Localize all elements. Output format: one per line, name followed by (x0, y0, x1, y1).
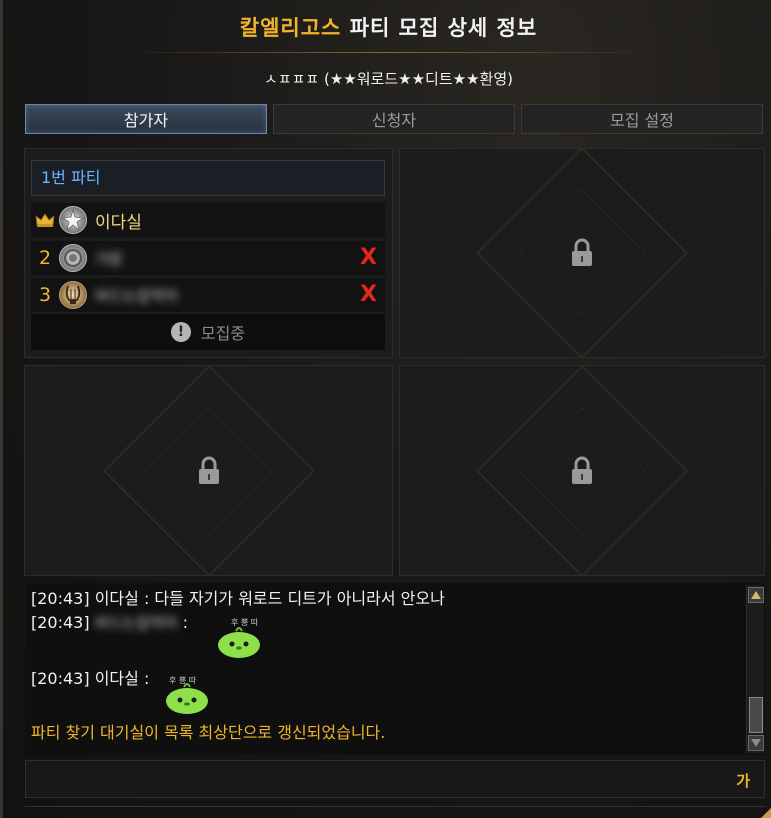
bard-lyre-icon (59, 281, 87, 309)
scroll-up-button[interactable] (748, 587, 764, 603)
arrow-up-icon (751, 591, 761, 599)
server-name: 칼엘리고스 (239, 16, 342, 40)
party-1-header: 1번 파티 (31, 160, 385, 196)
crown-icon (31, 212, 59, 228)
party-4-locked-panel (399, 365, 765, 576)
tab-bar: 참가자 신청자 모집 설정 (25, 104, 763, 134)
recruiting-label: 모집중 (200, 324, 246, 343)
lock-icon (198, 456, 219, 484)
chat-timestamp: [20:43] (31, 589, 90, 608)
window-title: 칼엘리고스 파티 모집 상세 정보 (3, 12, 771, 42)
kick-member-button[interactable]: X (360, 245, 377, 270)
lock-icon (572, 456, 592, 484)
chat-scrollbar[interactable] (746, 585, 764, 753)
chat-lines: [20:43] 이다실 : 다들 자기가 워로드 디트가 아니라서 안오나 [2… (31, 587, 741, 635)
tab-applicants[interactable]: 신청자 (273, 104, 515, 134)
chat-sender: 이다실 (94, 669, 139, 688)
info-icon: ! (170, 322, 191, 342)
chat-input[interactable]: 가 (25, 760, 765, 798)
class-emblem-icon (59, 244, 87, 272)
recruiting-status-row: ! 모집중 (31, 314, 385, 350)
member-name: 이다실 (95, 212, 142, 233)
chat-message: [20:43] 이다실 : 다들 자기가 워로드 디트가 아니라서 안오나 (31, 587, 741, 611)
tab-participants[interactable]: 참가자 (25, 104, 267, 134)
chat-timestamp: [20:43] (31, 669, 90, 688)
chat-log[interactable]: [20:43] 이다실 : 다들 자기가 워로드 디트가 아니라서 안오나 [2… (25, 583, 765, 755)
title-divider (123, 52, 654, 53)
bottom-divider (25, 806, 765, 807)
party-recruit-detail-window: 칼엘리고스 파티 모집 상세 정보 ㅅㅍㅍㅍ (★★워로드★★디트★★환영) 참… (0, 0, 771, 818)
chat-sender: 이다실 (94, 589, 139, 608)
ime-language-indicator[interactable]: 가 (736, 770, 750, 791)
party-member-row-leader[interactable]: 이다실 (31, 203, 385, 237)
title-text: 파티 모집 상세 정보 (349, 16, 538, 40)
lock-icon (572, 238, 592, 266)
scroll-thumb[interactable] (749, 697, 763, 733)
chat-text: : (182, 613, 188, 632)
party-member-row-3[interactable]: 3 바드는잡먹어 X (31, 278, 385, 312)
scroll-down-button[interactable] (748, 735, 764, 751)
party-3-locked-panel (24, 365, 393, 576)
member-name: 가람 (95, 249, 123, 268)
party-member-row-2[interactable]: 2 가람 X (31, 241, 385, 275)
member-name: 바드는잡먹어 (95, 286, 178, 305)
class-emblem-icon (59, 206, 87, 234)
member-slot-number: 3 (38, 284, 52, 306)
chat-message: [20:43] 이다실 : (31, 667, 741, 691)
chat-lines: [20:43] 이다실 : (31, 667, 741, 691)
party-2-locked-panel (399, 148, 765, 358)
chat-text: : (143, 669, 150, 688)
party-name: ㅅㅍㅍㅍ (★★워로드★★디트★★환영) (264, 70, 513, 88)
chat-sender: 바드는잡먹어 (94, 614, 178, 632)
system-message: 파티 찾기 대기실이 목록 최상단으로 갱신되었습니다. (31, 723, 386, 742)
member-slot-number: 2 (38, 247, 52, 269)
emoticon-sticker: 후 뿅 따 (217, 618, 261, 658)
chat-message: [20:43] 바드는잡먹어 : (31, 611, 741, 635)
tab-recruit-settings[interactable]: 모집 설정 (521, 104, 763, 134)
resize-corner[interactable] (761, 808, 771, 818)
emoticon-sticker: 후 뿅 따 (165, 676, 209, 714)
chat-timestamp: [20:43] (31, 613, 90, 632)
kick-member-button[interactable]: X (360, 282, 377, 307)
arrow-down-icon (751, 739, 761, 747)
chat-text: : 다들 자기가 워로드 디트가 아니라서 안오나 (143, 589, 445, 608)
